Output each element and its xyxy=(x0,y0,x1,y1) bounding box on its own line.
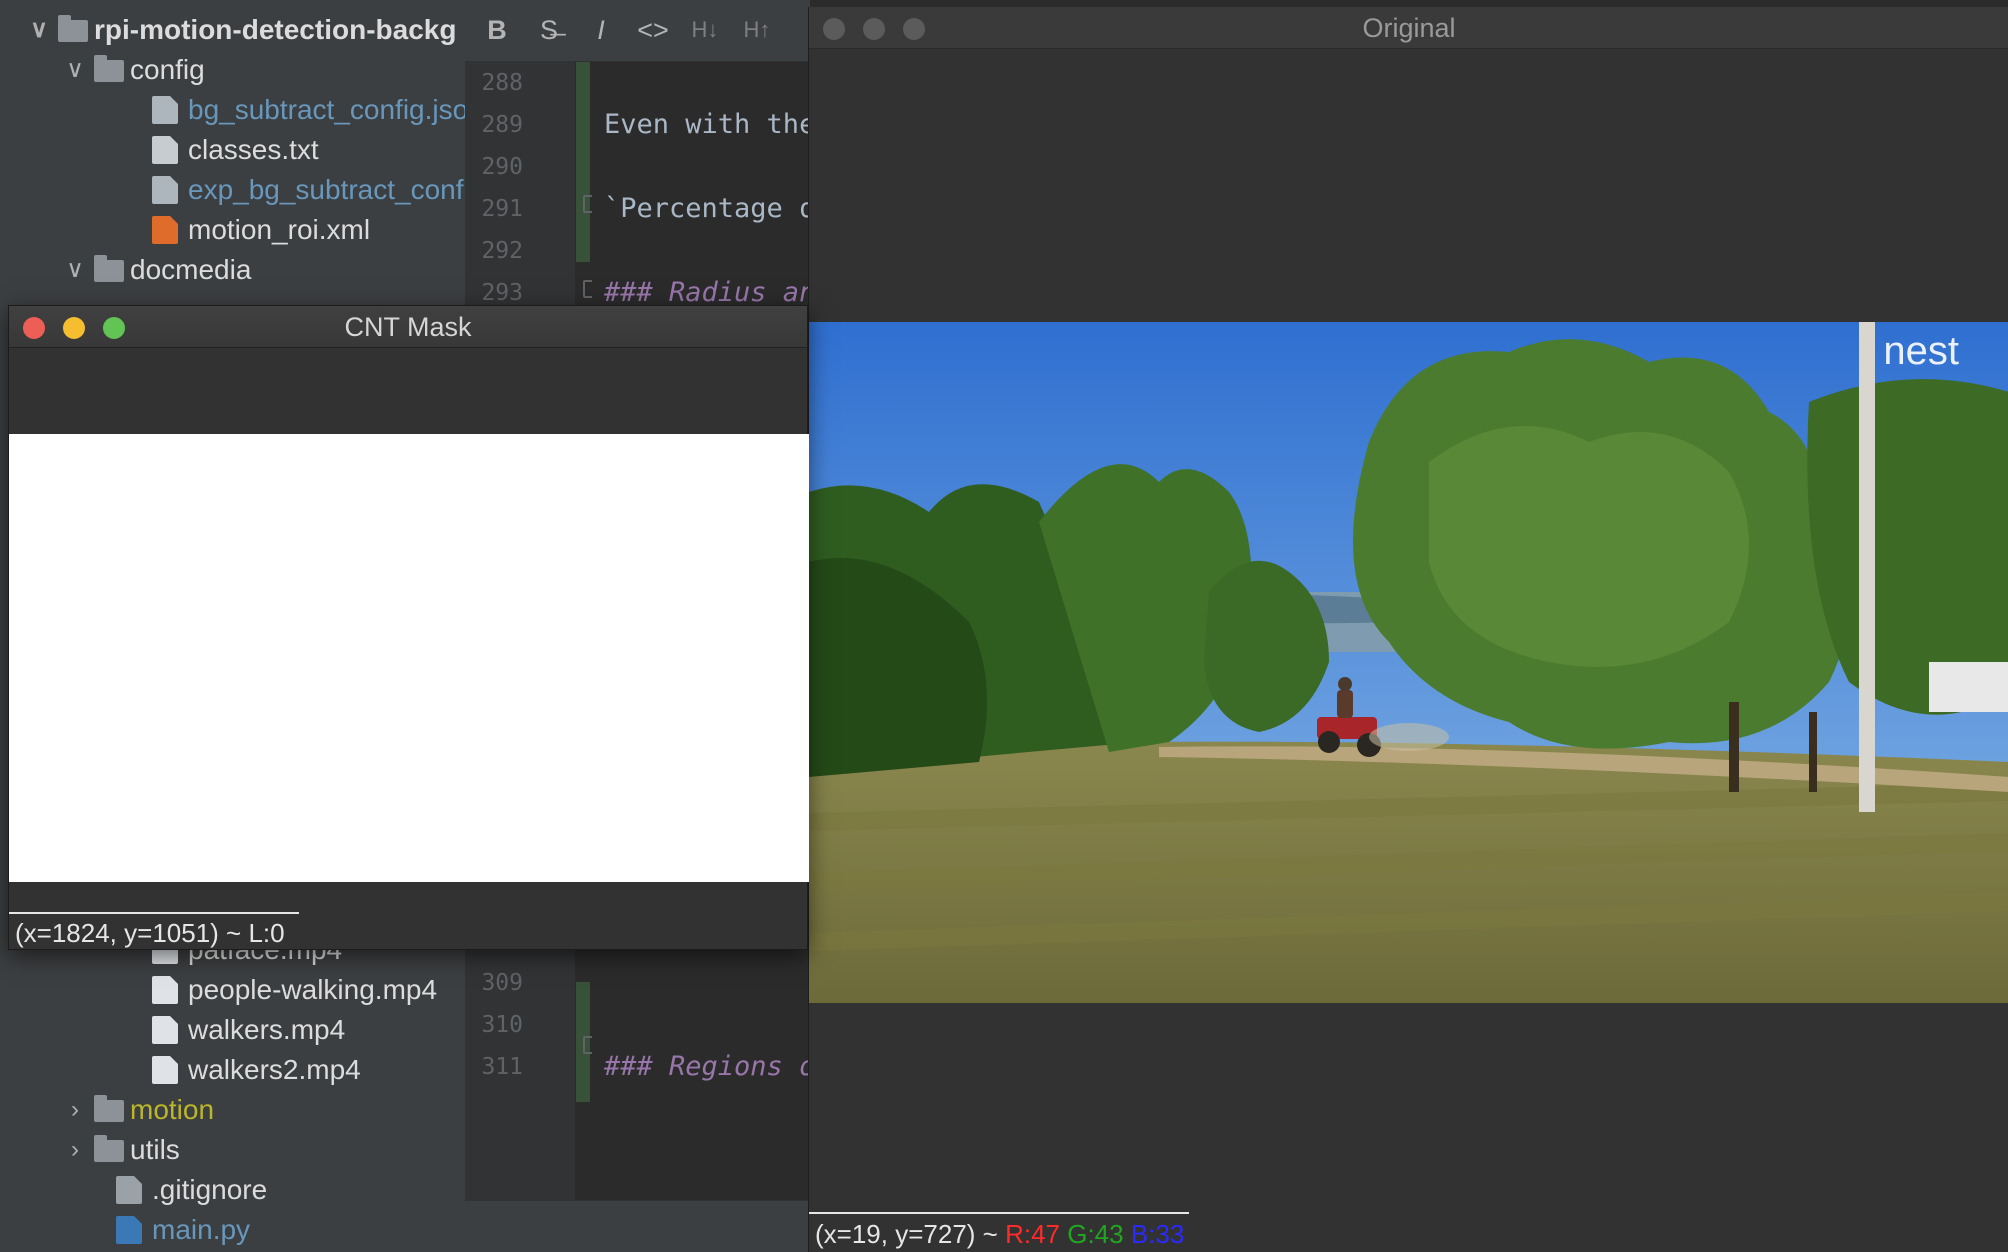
status-bar: (x=1824, y=1051) ~ L:0 xyxy=(9,912,299,950)
mp4-file-icon xyxy=(152,976,178,1004)
code-line: ### Regions o xyxy=(604,1051,810,1082)
tree-item-label: rpi-motion-detection-backg xyxy=(94,14,457,45)
header-up-button[interactable]: H↑ xyxy=(739,10,775,50)
tree-item[interactable]: classes.txt xyxy=(0,130,465,170)
line-number: 290 xyxy=(481,154,523,180)
chevron-right-icon[interactable]: › xyxy=(60,1130,90,1170)
tree-item[interactable]: walkers.mp4 xyxy=(0,1010,465,1050)
pixel-g-value: G:43 xyxy=(1067,1219,1124,1249)
tree-item[interactable]: main.py xyxy=(0,1210,465,1250)
folder-icon xyxy=(94,1095,124,1122)
json-file-icon xyxy=(152,176,178,204)
tree-item-label: people-walking.mp4 xyxy=(188,974,438,1005)
change-marker xyxy=(576,62,590,262)
tree-item[interactable]: motion_roi.xml xyxy=(0,210,465,250)
tree-item[interactable]: ∨ docmedia xyxy=(0,250,465,290)
chevron-down-icon[interactable]: ∨ xyxy=(60,250,90,290)
mp4-file-icon xyxy=(152,1056,178,1084)
tree-item-label: docmedia xyxy=(130,254,252,285)
tree-item-label: exp_bg_subtract_config xyxy=(188,174,465,205)
window-title: Original xyxy=(1362,13,1456,43)
line-number: 288 xyxy=(481,70,523,96)
tree-item[interactable]: exp_bg_subtract_config xyxy=(0,170,465,210)
code-button[interactable]: <> xyxy=(635,10,671,50)
cursor-coords: (x=19, y=727) ~ xyxy=(815,1219,1006,1249)
status-bar: (x=19, y=727) ~ R:47 G:43 B:33 xyxy=(809,1212,1189,1252)
editor-footer xyxy=(465,1200,810,1252)
txt-file-icon xyxy=(152,136,178,164)
line-number: 310 xyxy=(481,1012,523,1038)
tree-item[interactable]: bg_subtract_config.json xyxy=(0,90,465,130)
tree-item-label: walkers2.mp4 xyxy=(188,1054,361,1085)
chevron-down-icon[interactable]: ∨ xyxy=(24,10,54,50)
git-file-icon xyxy=(116,1176,142,1204)
original-titlebar[interactable]: Original xyxy=(809,7,2008,49)
tree-item[interactable]: walkers2.mp4 xyxy=(0,1050,465,1090)
cnt-titlebar[interactable]: CNT Mask xyxy=(9,306,807,348)
tree-item-label: config xyxy=(130,54,205,85)
code-line: `Percentage o xyxy=(604,193,810,224)
strikethrough-button[interactable]: S̶ xyxy=(531,10,567,50)
markdown-toolbar: B S̶ I <> H↓ H↑ xyxy=(465,0,810,62)
folder-icon xyxy=(94,55,124,82)
tree-item-label: utils xyxy=(130,1134,180,1165)
line-number: 291 xyxy=(481,196,523,222)
video-frame-image: nest xyxy=(809,322,2008,1003)
folder-icon xyxy=(94,1135,124,1162)
chevron-right-icon[interactable]: › xyxy=(60,1090,90,1130)
pixel-r-value: R:47 xyxy=(1005,1219,1060,1249)
chevron-down-icon[interactable]: ∨ xyxy=(60,50,90,90)
tree-item[interactable]: ∨ rpi-motion-detection-backg xyxy=(0,10,465,50)
line-number: 309 xyxy=(481,970,523,996)
pixel-b-value: B:33 xyxy=(1130,1219,1185,1249)
tree-item-label: classes.txt xyxy=(188,134,319,165)
tree-item-label: .gitignore xyxy=(152,1174,268,1205)
folder-icon xyxy=(94,255,124,282)
line-number: 289 xyxy=(481,112,523,138)
tree-item-label: bg_subtract_config.json xyxy=(188,94,465,125)
line-number: 311 xyxy=(481,1054,523,1080)
mask-image[interactable] xyxy=(9,434,809,882)
tree-item[interactable]: › motion xyxy=(0,1090,465,1130)
folder-icon xyxy=(58,15,88,42)
tree-item-label: motion_roi.xml xyxy=(188,214,371,245)
tree-item-label: motion xyxy=(130,1094,215,1125)
tree-item[interactable]: ∨ config xyxy=(0,50,465,90)
tree-item[interactable]: people-walking.mp4 xyxy=(0,970,465,1010)
header-down-button[interactable]: H↓ xyxy=(687,10,723,50)
xml-file-icon xyxy=(152,216,178,244)
original-window: Original nest (x=19, y=727) ~ R:47 G:43 … xyxy=(808,7,2008,1252)
tree-item[interactable]: .gitignore xyxy=(0,1170,465,1210)
tree-item-label: walkers.mp4 xyxy=(188,1014,346,1045)
line-number: 292 xyxy=(481,238,523,264)
cnt-mask-window: CNT Mask (x=1824, y=1051) ~ L:0 xyxy=(8,305,809,950)
mp4-file-icon xyxy=(152,1016,178,1044)
watermark-label: nest xyxy=(1883,329,1959,373)
tree-item[interactable]: › utils xyxy=(0,1130,465,1170)
py-file-icon xyxy=(116,1216,142,1244)
tree-item-label: main.py xyxy=(152,1214,251,1245)
italic-button[interactable]: I xyxy=(583,10,619,50)
code-line: Even with the xyxy=(604,109,810,140)
window-title: CNT Mask xyxy=(344,312,472,342)
json-file-icon xyxy=(152,96,178,124)
bold-button[interactable]: B xyxy=(479,10,515,50)
video-frame[interactable]: nest xyxy=(809,322,2008,1003)
